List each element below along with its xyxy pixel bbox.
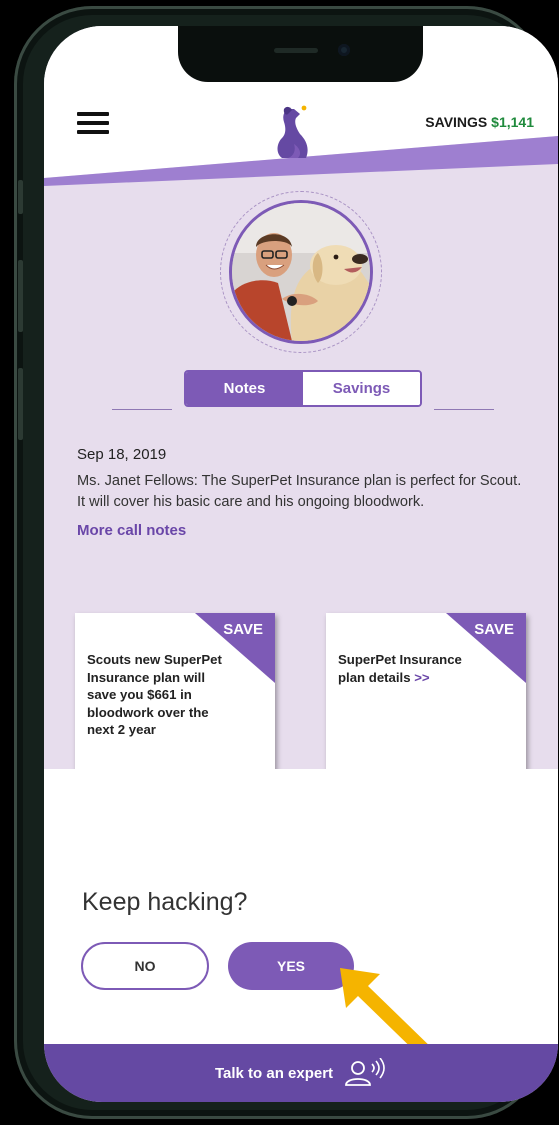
app-screen: SAVINGS $1,141 Notes Savings Sep 18, 201… <box>44 26 558 1102</box>
view-tabs: Notes Savings <box>184 370 422 407</box>
talk-to-expert-label: Talk to an expert <box>214 1064 334 1082</box>
card-text: SuperPet Insurance plan details >> <box>338 651 488 686</box>
more-call-notes-link[interactable]: More call notes <box>77 522 186 539</box>
phone-mute-switch <box>18 180 23 214</box>
tabs-divider-left <box>112 409 172 410</box>
keep-hacking-question: Keep hacking? <box>82 888 248 916</box>
tabs-divider-right <box>434 409 494 410</box>
savings-card-plan-details[interactable]: SAVE SuperPet Insurance plan details >> <box>326 613 526 773</box>
front-camera <box>338 44 350 56</box>
savings-card-bloodwork[interactable]: SAVE Scouts new SuperPet Insurance plan … <box>75 613 275 773</box>
no-button[interactable]: NO <box>81 942 209 990</box>
owner-with-dog-photo <box>232 203 370 341</box>
profile-avatar-ring <box>220 191 382 353</box>
card-text-body: SuperPet Insurance plan details <box>338 652 462 685</box>
phone-volume-up <box>18 260 23 332</box>
hamburger-menu-icon[interactable] <box>77 112 109 134</box>
note-body: Ms. Janet Fellows: The SuperPet Insuranc… <box>77 473 522 510</box>
speaker-grille <box>274 48 318 53</box>
note-date: Sep 18, 2019 <box>77 446 167 463</box>
agent-speaking-icon <box>345 1058 385 1086</box>
phone-notch <box>178 26 423 82</box>
savings-summary: SAVINGS $1,141 <box>425 114 534 130</box>
savings-label: SAVINGS <box>425 114 488 130</box>
tab-savings[interactable]: Savings <box>303 372 420 405</box>
phone-volume-down <box>18 368 23 440</box>
talk-to-expert-bar[interactable]: Talk to an expert <box>44 1044 558 1102</box>
avatar <box>229 200 373 344</box>
superpet-logo-icon <box>277 105 308 158</box>
card-text: Scouts new SuperPet Insurance plan will … <box>87 651 237 739</box>
plan-details-link[interactable]: >> <box>414 670 429 685</box>
card-text-body: Scouts new SuperPet Insurance plan will … <box>87 652 222 737</box>
tab-notes[interactable]: Notes <box>186 372 303 405</box>
save-badge: SAVE <box>474 621 514 638</box>
savings-amount: $1,141 <box>491 114 534 130</box>
save-badge: SAVE <box>223 621 263 638</box>
